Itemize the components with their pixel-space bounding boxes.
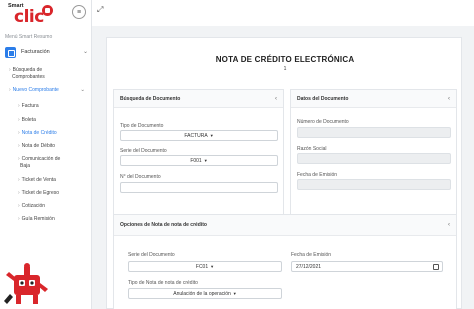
chevron-right-icon: › — [9, 87, 11, 93]
opciones-fecha-input[interactable]: 27/12/2021 — [291, 261, 443, 272]
chevron-right-icon: › — [18, 216, 20, 222]
sidebar-item-label: Factura — [21, 103, 39, 109]
chevron-down-icon: ⌄ — [80, 87, 85, 93]
sidebar-item-busqueda[interactable]: › Búsqueda de — [9, 67, 42, 74]
logo-clic-text: clic — [14, 7, 44, 27]
app-logo[interactable]: Smart clic — [6, 2, 56, 28]
logo-badge-icon — [42, 5, 53, 16]
sidebar-item-label: Guía Remisión — [21, 216, 55, 222]
sidebar-item-busqueda-cont[interactable]: Comprobantes — [12, 74, 45, 81]
document-icon — [5, 46, 16, 58]
sidebar: Smart clic Menú Smart Resumo Facturación… — [0, 0, 92, 309]
sidebar-item-guia-remision[interactable]: › Guía Remisión — [18, 216, 55, 223]
serie-documento-value: F001 — [190, 157, 202, 164]
sidebar-item-nota-credito[interactable]: › Nota de Crédito — [18, 130, 57, 137]
panel-header[interactable]: Búsqueda de Documento ‹ — [114, 90, 283, 108]
chevron-right-icon: › — [18, 203, 20, 209]
panel-title: Búsqueda de Documento — [120, 95, 181, 102]
caret-down-icon: ▼ — [203, 158, 208, 163]
chevron-right-icon: › — [18, 117, 20, 123]
hamburger-menu-icon[interactable]: ≡ — [72, 5, 86, 19]
opciones-serie-label: Serie del Documento — [128, 252, 175, 258]
tipo-documento-value: FACTURA — [184, 132, 208, 139]
chevron-left-icon[interactable]: ‹ — [448, 222, 450, 228]
chevron-right-icon: › — [18, 103, 20, 109]
opciones-fecha-value: 27/12/2021 — [296, 263, 322, 270]
sidebar-item-nuevo-comprobante[interactable]: › Nuevo Comprobante ⌄ — [9, 87, 89, 94]
tipo-documento-select[interactable]: FACTURA ▼ — [120, 130, 278, 141]
tipo-documento-label: Tipo de Documento — [120, 123, 164, 129]
sidebar-item-ticket-egreso[interactable]: › Ticket de Egreso — [18, 190, 59, 197]
razon-social-label: Razón Social — [297, 146, 327, 152]
panel-opciones-nota: Opciones de Nota de nota de crédito ‹ Se… — [113, 214, 457, 309]
panel-title: Datos del Documento — [297, 95, 349, 102]
fecha-emision-label: Fecha de Emisión — [297, 172, 338, 178]
sidebar-item-label: Ticket de Egreso — [21, 190, 60, 196]
sidebar-item-comunicacion-baja-cont[interactable]: Baja — [20, 163, 30, 170]
sidebar-item-label: Nota de Débito — [21, 143, 56, 149]
chevron-right-icon: › — [18, 130, 20, 136]
sidebar-item-nota-debito[interactable]: › Nota de Débito — [18, 143, 55, 150]
fullscreen-icon[interactable]: ⤢ — [97, 5, 103, 15]
sidebar-item-comunicacion-baja[interactable]: › Comunicación de — [18, 156, 60, 163]
chevron-right-icon: › — [18, 190, 20, 196]
sidebar-item-factura[interactable]: › Factura — [18, 103, 39, 110]
sidebar-item-label: Búsqueda de — [12, 67, 43, 73]
serie-documento-select[interactable]: F001 ▼ — [120, 155, 278, 166]
main-card: NOTA DE CRÉDITO ELECTRÓNICA 1 Búsqueda d… — [106, 37, 462, 309]
panel-title: Opciones de Nota de nota de crédito — [120, 222, 207, 228]
top-bar: ≡ ⤢ — [72, 0, 474, 26]
numero-documento-input[interactable] — [120, 182, 278, 193]
sidebar-item-label: Ticket de Venta — [21, 177, 56, 183]
tipo-nota-value: Anulación de la operación — [173, 290, 231, 297]
caret-down-icon: ▼ — [210, 264, 215, 269]
chevron-right-icon: › — [18, 177, 20, 183]
chevron-down-icon: ⌄ — [82, 49, 88, 55]
sidebar-item-label: Boleta — [21, 117, 36, 123]
tipo-nota-select[interactable]: Anulación de la operación ▼ — [128, 288, 282, 299]
sidebar-item-label: Nota de Crédito — [21, 130, 57, 136]
sidebar-item-ticket-venta[interactable]: › Ticket de Venta — [18, 177, 56, 184]
sidebar-item-boleta[interactable]: › Boleta — [18, 117, 36, 124]
chevron-left-icon[interactable]: ‹ — [275, 96, 277, 102]
opciones-fecha-label: Fecha de Emisión — [291, 252, 332, 258]
panel-header[interactable]: Opciones de Nota de nota de crédito ‹ — [114, 215, 456, 236]
numero-doc-label: Número de Documento — [297, 119, 349, 125]
opciones-serie-value: FC01 — [195, 263, 209, 270]
fecha-emision-field — [297, 179, 451, 190]
sidebar-item-label: Comunicación de — [21, 156, 61, 162]
serie-documento-label: Serie del Documento — [120, 148, 167, 154]
chevron-right-icon: › — [9, 67, 11, 73]
opciones-serie-select[interactable]: FC01 ▼ — [128, 261, 282, 272]
panel-header[interactable]: Datos del Documento ‹ — [291, 90, 456, 108]
page-title: NOTA DE CRÉDITO ELECTRÓNICA — [215, 55, 355, 64]
calendar-icon[interactable] — [433, 264, 439, 270]
caret-down-icon: ▼ — [209, 133, 214, 138]
sidebar-item-label: Nuevo Comprobante — [12, 87, 59, 93]
page-subnumber: 1 — [283, 66, 287, 72]
sidebar-item-facturacion[interactable]: Facturación ⌄ — [3, 43, 90, 61]
sidebar-item-label: Facturación — [21, 49, 50, 55]
sidebar-item-label: Cotización — [21, 203, 46, 209]
chevron-left-icon[interactable]: ‹ — [448, 96, 450, 102]
menu-header: Menú Smart Resumo — [5, 34, 53, 40]
chevron-right-icon: › — [18, 143, 20, 149]
numero-documento-label: N° del Documento — [120, 174, 161, 180]
razon-social-field — [297, 153, 451, 164]
robot-mascot-icon — [4, 263, 48, 304]
tipo-nota-label: Tipo de Nota de nota de crédito — [128, 280, 198, 286]
chevron-right-icon: › — [18, 156, 20, 162]
numero-doc-field — [297, 127, 451, 138]
sidebar-item-cotizacion[interactable]: › Cotización — [18, 203, 45, 210]
caret-down-icon: ▼ — [232, 291, 237, 296]
